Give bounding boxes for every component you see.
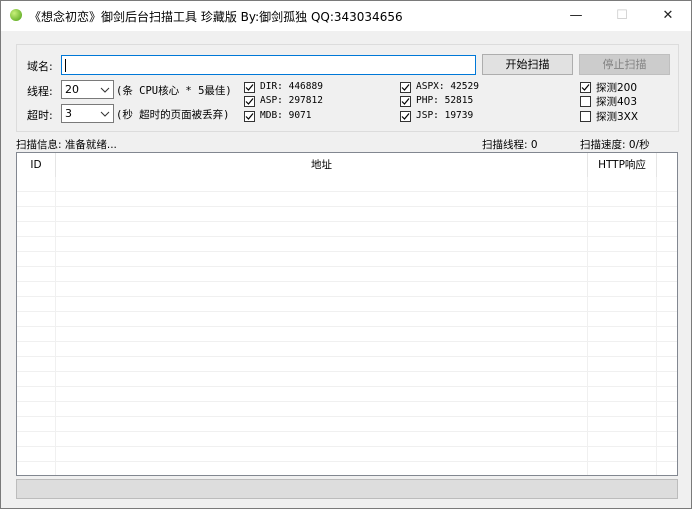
dict-mdb-label: MDB: 9071	[260, 110, 312, 121]
column-header-id[interactable]: ID	[17, 153, 56, 177]
timeout-select[interactable]: 3	[61, 104, 114, 123]
grid-line	[17, 191, 677, 192]
chevron-down-icon	[100, 87, 110, 93]
check-icon	[401, 84, 410, 91]
grid-line	[17, 416, 677, 417]
dict-aspx-checkbox[interactable]	[400, 82, 411, 93]
close-button[interactable]: ✕	[645, 1, 691, 31]
check-icon	[581, 84, 590, 91]
grid-line	[17, 401, 677, 402]
chevron-down-icon	[100, 111, 110, 117]
threads-select[interactable]: 20	[61, 80, 114, 99]
check-icon	[245, 113, 254, 120]
start-scan-button[interactable]: 开始扫描	[482, 54, 573, 75]
probe-403-label: 探测403	[596, 96, 638, 108]
app-icon	[10, 9, 22, 21]
grid-line	[17, 356, 677, 357]
grid-line	[17, 386, 677, 387]
scan-threads-text: 扫描线程: 0	[482, 139, 538, 151]
grid-line	[17, 251, 677, 252]
check-icon	[401, 98, 410, 105]
threads-label: 线程:	[27, 85, 53, 98]
probe-3xx-label: 探测3XX	[596, 111, 639, 123]
check-icon	[245, 98, 254, 105]
check-icon	[245, 84, 254, 91]
probe-200-checkbox[interactable]	[580, 82, 591, 93]
domain-input[interactable]	[61, 55, 476, 75]
window-title: 《想念初恋》御剑后台扫描工具 珍藏版 By:御剑孤独 QQ:343034656	[29, 10, 403, 24]
grid-line	[17, 281, 677, 282]
grid-line	[17, 371, 677, 372]
grid-line	[17, 206, 677, 207]
grid-line	[17, 461, 677, 462]
scan-info-text: 扫描信息: 准备就绪...	[16, 139, 117, 151]
probe-3xx-checkbox[interactable]	[580, 111, 591, 122]
grid-line	[17, 236, 677, 237]
column-header-address[interactable]: 地址	[56, 153, 588, 177]
dict-php-label: PHP: 52815	[416, 95, 474, 106]
grid-line	[17, 431, 677, 432]
dict-jsp-checkbox[interactable]	[400, 111, 411, 122]
grid-line	[17, 311, 677, 312]
timeout-label: 超时:	[27, 109, 53, 122]
maximize-button[interactable]: ☐	[599, 1, 645, 31]
dict-mdb-checkbox[interactable]	[244, 111, 255, 122]
dict-dir-label: DIR: 446889	[260, 81, 323, 92]
column-header-http[interactable]: HTTP响应	[588, 153, 657, 177]
timeout-value: 3	[65, 107, 72, 120]
text-caret	[65, 59, 66, 72]
threads-hint: (条 CPU核心 * 5最佳)	[116, 85, 232, 97]
status-bar	[16, 479, 678, 499]
grid-line	[17, 221, 677, 222]
grid-line	[17, 326, 677, 327]
dict-jsp-label: JSP: 19739	[416, 110, 474, 121]
dict-asp-label: ASP: 297812	[260, 95, 323, 106]
threads-value: 20	[65, 83, 79, 96]
dict-php-checkbox[interactable]	[400, 96, 411, 107]
main-window: 《想念初恋》御剑后台扫描工具 珍藏版 By:御剑孤独 QQ:343034656 …	[0, 0, 692, 509]
check-icon	[401, 113, 410, 120]
minimize-button[interactable]: —	[553, 1, 599, 31]
grid-line	[17, 266, 677, 267]
dict-aspx-label: ASPX: 42529	[416, 81, 479, 92]
probe-403-checkbox[interactable]	[580, 96, 591, 107]
results-table[interactable]: ID 地址 HTTP响应	[16, 152, 678, 476]
scan-speed-text: 扫描速度: 0/秒	[580, 139, 650, 151]
grid-line	[17, 341, 677, 342]
dict-dir-checkbox[interactable]	[244, 82, 255, 93]
grid-line	[17, 446, 677, 447]
timeout-hint: (秒 超时的页面被丢弃)	[116, 109, 230, 121]
title-bar[interactable]: 《想念初恋》御剑后台扫描工具 珍藏版 By:御剑孤独 QQ:343034656 …	[1, 1, 691, 31]
domain-label: 域名:	[27, 60, 53, 73]
grid-line	[17, 296, 677, 297]
stop-scan-button[interactable]: 停止扫描	[579, 54, 670, 75]
dict-asp-checkbox[interactable]	[244, 96, 255, 107]
probe-200-label: 探测200	[596, 82, 638, 94]
